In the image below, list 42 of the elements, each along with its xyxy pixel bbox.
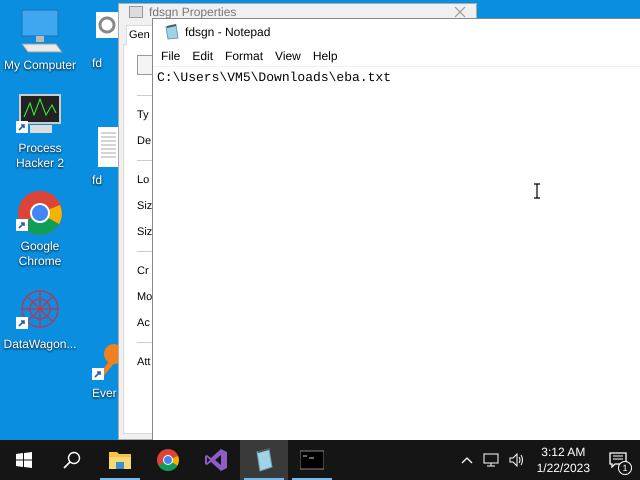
network-icon[interactable] bbox=[482, 453, 499, 467]
property-label: Siz bbox=[137, 199, 152, 214]
clock[interactable]: 3:12 AM 1/22/2023 bbox=[530, 444, 596, 476]
desktop-icon-label[interactable]: My Computer bbox=[1, 58, 79, 73]
desktop-icon-label[interactable]: Process Hacker 2 bbox=[1, 141, 79, 171]
window-title: fdsgn - Notepad bbox=[185, 24, 270, 41]
notification-count: 1 bbox=[618, 461, 632, 475]
property-label: Lo bbox=[137, 173, 150, 188]
properties-tab[interactable]: Gen bbox=[126, 25, 153, 45]
property-label: Ac bbox=[137, 316, 150, 331]
menu-item[interactable]: Help bbox=[308, 46, 343, 64]
window-icon bbox=[129, 6, 143, 18]
property-label: De bbox=[137, 134, 152, 149]
windows-start-icon[interactable] bbox=[16, 452, 32, 468]
desktop-icon-label[interactable]: fd bbox=[92, 173, 102, 188]
desktop-icon-label[interactable]: fd bbox=[92, 56, 102, 71]
chrome-icon[interactable] bbox=[16, 189, 64, 237]
property-label: Cr bbox=[137, 264, 149, 279]
notepad-icon bbox=[163, 24, 179, 40]
chrome-icon bbox=[156, 448, 180, 472]
desktop-icon-label[interactable]: Ever bbox=[92, 386, 117, 401]
menu-item[interactable]: File bbox=[156, 46, 186, 64]
window-title: fdsgn Properties bbox=[149, 5, 236, 19]
terminal-icon bbox=[300, 448, 324, 472]
file-text: C:\Users\VM5\Downloads\eba.txt bbox=[157, 69, 392, 87]
search-icon[interactable] bbox=[63, 451, 81, 469]
menu-item[interactable]: Format bbox=[220, 46, 268, 64]
menu-item[interactable]: View bbox=[270, 46, 306, 64]
property-label: Ty bbox=[137, 108, 149, 123]
taskbar-app-button[interactable] bbox=[240, 440, 288, 480]
text-area[interactable]: C:\Users\VM5\Downloads\eba.txt bbox=[153, 67, 640, 440]
property-label: Mo bbox=[137, 290, 152, 305]
menu-item[interactable]: Edit bbox=[187, 46, 218, 64]
chevron-up-icon[interactable] bbox=[460, 456, 473, 464]
text-cursor-icon bbox=[533, 183, 541, 199]
desktop-icon-label[interactable]: DataWagon... bbox=[1, 337, 79, 352]
property-label: Att bbox=[137, 355, 150, 370]
property-label: Siz bbox=[137, 225, 152, 240]
desktop-icon-label[interactable]: Google Chrome bbox=[1, 239, 79, 269]
ribbon-icon bbox=[204, 448, 228, 472]
notification-button[interactable]: 1 bbox=[596, 440, 640, 480]
volume-icon[interactable] bbox=[508, 453, 525, 467]
